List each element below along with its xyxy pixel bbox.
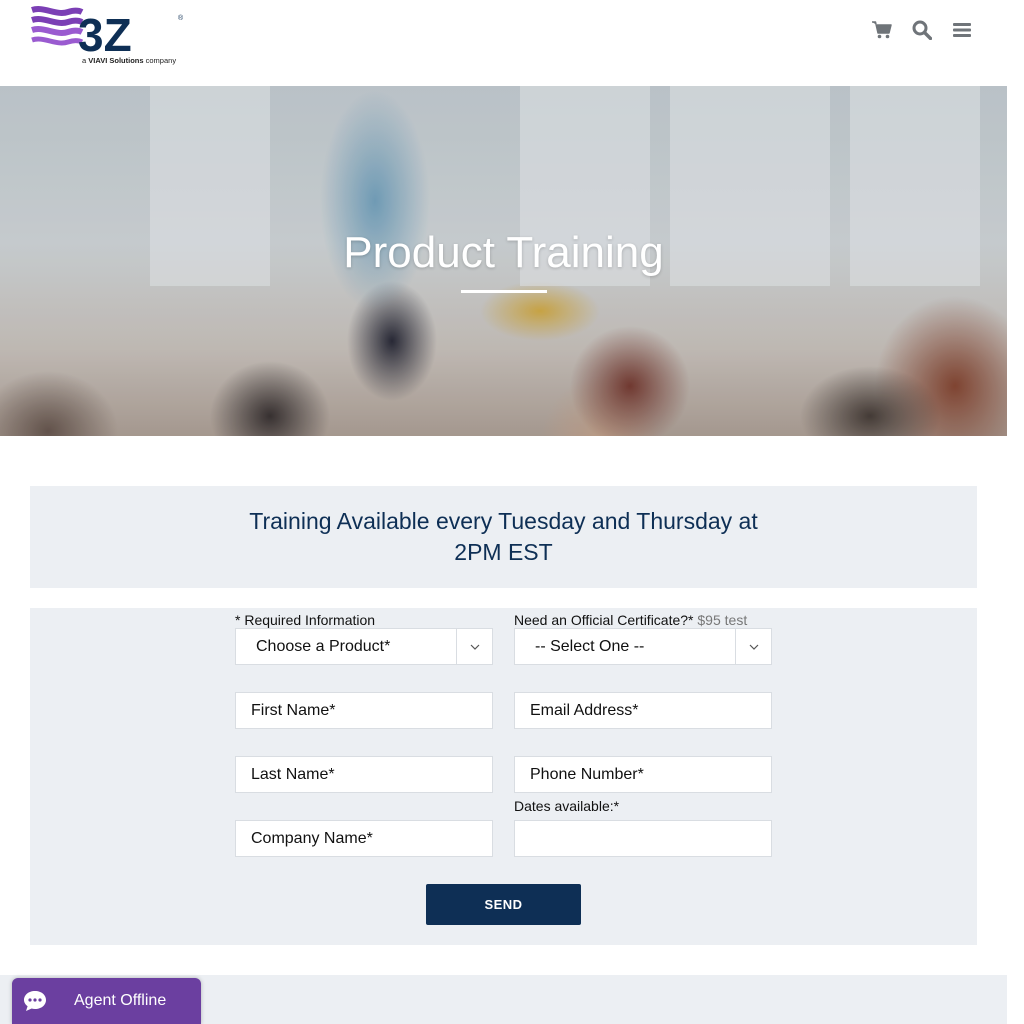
chat-widget-button[interactable]: Agent Offline [12,978,201,1024]
first-name-field[interactable]: First Name* [235,692,493,729]
schedule-line-1: Training Available every Tuesday and Thu… [249,508,758,534]
menu-icon[interactable] [951,19,973,41]
header-icons [871,19,973,41]
dates-label: Dates available:* [514,798,620,814]
chevron-down-icon [456,629,492,664]
phone-field[interactable]: Phone Number* [514,756,772,793]
dates-field[interactable] [514,820,772,857]
chat-bubble-icon [23,989,47,1013]
site-header: 3Z ® a VIAVI Solutions company [0,0,1007,86]
title-underline [461,290,547,293]
certificate-select-value: -- Select One -- [535,638,645,655]
company-name-field[interactable]: Company Name* [235,820,493,857]
send-button[interactable]: SEND [426,884,581,925]
product-select[interactable]: Choose a Product* [235,628,493,665]
schedule-banner: Training Available every Tuesday and Thu… [30,486,977,588]
search-icon[interactable] [911,19,933,41]
schedule-text: Training Available every Tuesday and Thu… [30,506,977,568]
logo-text: 3Z [78,9,132,54]
logo[interactable]: 3Z ® a VIAVI Solutions company [30,6,190,68]
chat-status-label: Agent Offline [74,992,167,1009]
required-info-label: * Required Information [235,612,376,628]
logo-mark-icon: 3Z ® [31,6,184,61]
certificate-label: Need an Official Certificate?* $95 test [514,612,748,628]
page-title: Product Training [343,228,664,277]
last-name-field[interactable]: Last Name* [235,756,493,793]
hero-banner: Product Training [0,86,1007,436]
cart-icon[interactable] [871,19,893,41]
svg-text:®: ® [178,14,184,22]
product-select-value: Choose a Product* [256,638,391,655]
certificate-select[interactable]: -- Select One -- [514,628,772,665]
schedule-line-2: 2PM EST [454,539,553,565]
chevron-down-icon [735,629,771,664]
email-field[interactable]: Email Address* [514,692,772,729]
logo-tagline: a VIAVI Solutions company [82,56,177,65]
